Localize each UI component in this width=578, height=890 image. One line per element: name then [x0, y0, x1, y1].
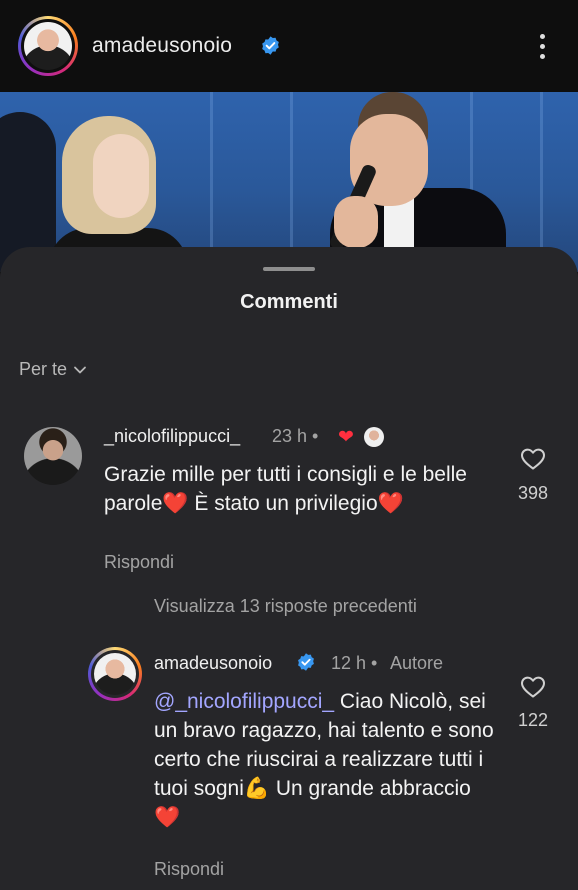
sort-filter-dropdown[interactable]: Per te: [19, 359, 87, 380]
comments-sheet: Commenti Per te _nicolofilippucci_ 23 h …: [0, 247, 578, 890]
filter-label: Per te: [19, 359, 68, 379]
post-header: amadeusonoio: [0, 0, 578, 92]
heart-outline-icon[interactable]: [520, 675, 546, 699]
profile-avatar[interactable]: [18, 16, 78, 76]
reply-button[interactable]: Rispondi: [154, 859, 224, 880]
red-heart-icon: ❤: [338, 427, 354, 448]
like-count: 122: [517, 710, 549, 730]
more-options-icon[interactable]: [534, 34, 550, 62]
reply-button[interactable]: Rispondi: [104, 552, 174, 573]
verified-badge-icon: [262, 36, 279, 55]
view-replies-link[interactable]: Visualizza 13 risposte precedenti: [154, 596, 417, 617]
mention-link[interactable]: @_nicolofilippucci_: [154, 690, 334, 713]
reply-username[interactable]: amadeusonoio: [154, 653, 272, 674]
heart-outline-icon[interactable]: [520, 447, 546, 471]
reply-text: @_nicolofilippucci_ Ciao Nicolò, sei un …: [154, 687, 494, 832]
commenter-avatar[interactable]: [24, 427, 82, 485]
author-badge: Autore: [390, 653, 444, 673]
post-photo[interactable]: [0, 92, 578, 272]
header-username[interactable]: amadeusonoio: [92, 34, 232, 58]
comment-time: 23 h •: [272, 426, 319, 446]
comment-text: Grazie mille per tutti i consigli e le b…: [104, 463, 467, 515]
reply-author-avatar[interactable]: [88, 647, 142, 701]
like-count: 398: [517, 483, 549, 503]
reply-time: 12 h •: [331, 653, 378, 673]
comment-username[interactable]: _nicolofilippucci_: [104, 426, 240, 447]
sheet-title: Commenti: [240, 291, 338, 313]
verified-badge-icon: [298, 653, 314, 671]
author-liked-avatar: [364, 427, 384, 447]
sheet-drag-handle[interactable]: [263, 267, 315, 271]
chevron-down-icon: [74, 366, 86, 373]
